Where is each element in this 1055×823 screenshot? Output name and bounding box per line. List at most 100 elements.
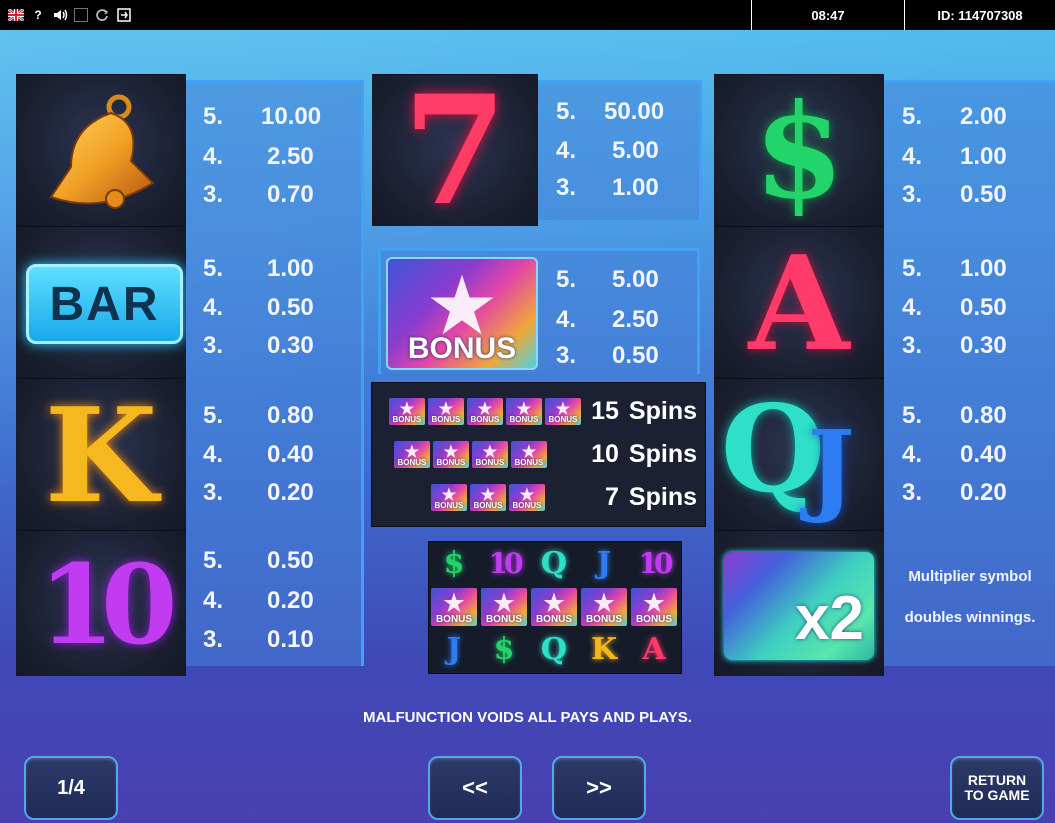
bonus-mini-icon: ★ BONUS <box>508 484 545 511</box>
uk-flag-icon[interactable] <box>8 7 24 23</box>
pay-count: 3. <box>203 626 224 653</box>
pay-value: 0.20 <box>267 479 314 506</box>
bonus-mini-icon: ★ BONUS <box>481 587 527 626</box>
pay-value: 0.50 <box>960 181 1007 208</box>
pay-value: 1.00 <box>612 174 659 201</box>
pay-count: 4. <box>902 441 923 468</box>
grid-cell-symbol: J <box>596 546 612 581</box>
help-icon[interactable]: ? <box>30 7 46 23</box>
exit-icon[interactable] <box>116 7 132 23</box>
pay-count: 5. <box>203 103 224 130</box>
pay-count: 3. <box>203 479 224 506</box>
clock: 08:47 <box>811 7 845 23</box>
pay-count: 4. <box>203 143 224 170</box>
bonus-mini-icon: ★ BONUS <box>393 441 430 468</box>
grid-cell-bonus: ★ BONUS <box>479 585 529 628</box>
grid-cell-bonus: ★ BONUS <box>529 585 579 628</box>
spins-count: 15 <box>591 397 619 425</box>
pay-value: 2.00 <box>960 103 1007 130</box>
return-label-line1: RETURN <box>967 772 1027 788</box>
star-icon: ★ <box>641 587 667 619</box>
return-to-game-button[interactable]: RETURN TO GAME <box>950 756 1044 820</box>
page-indicator-button[interactable]: 1/4 <box>24 756 118 820</box>
bell-symbol-tile <box>16 74 186 226</box>
bonus-icons: ★ BONUS ★ BONUS ★ BONUS ★ BONUS <box>393 441 547 468</box>
grid-cell-symbol: 10 <box>638 547 674 580</box>
bonus-mini-label: BONUS <box>397 458 427 468</box>
pay-value: 0.80 <box>267 402 314 429</box>
a-symbol-tile: A <box>714 226 884 378</box>
bonus-mini-icon: ★ BONUS <box>544 398 581 425</box>
multiplier-symbol: x2 <box>724 552 874 660</box>
star-icon: ★ <box>441 587 467 619</box>
pay-value: 10.00 <box>261 103 322 130</box>
bonus-mini-label: BONUS <box>585 613 623 625</box>
seven-symbol: 7 <box>402 74 508 226</box>
pay-count: 5. <box>203 402 224 429</box>
free-spins-row: ★ BONUS ★ BONUS ★ BONUS ★ BONUS ★ BONUS 15 Spins <box>388 397 697 426</box>
pay-count: 4. <box>556 306 577 333</box>
bonus-mini-icon: ★ BONUS <box>388 398 425 425</box>
game-id: ID: 114707308 <box>937 7 1023 23</box>
malfunction-disclaimer: MALFUNCTION VOIDS ALL PAYS AND PLAYS. <box>363 709 692 726</box>
example-reels-grid: $10 Q J 10 ★ BONUS ★ BONUS ★ BONUS ★ BONUS ★ BONUS J $ Q… <box>428 541 682 674</box>
bar-symbol-tile: BAR <box>16 226 186 378</box>
stop-icon[interactable] <box>74 8 88 22</box>
dollar-symbol: $ <box>753 74 845 226</box>
bonus-mini-label: BONUS <box>436 458 466 468</box>
grid-cell-symbol: K <box>590 632 618 667</box>
bonus-mini-label: BONUS <box>512 501 542 511</box>
bonus-mini-label: BONUS <box>635 613 673 625</box>
pay-count: 5. <box>556 98 577 125</box>
top-bar-icons: ? <box>0 7 751 23</box>
qj-symbol-tile: Q J <box>714 378 884 530</box>
previous-page-label: << <box>462 775 488 800</box>
grid-cell-bonus: ★ BONUS <box>429 585 479 628</box>
pay-value: 0.70 <box>267 181 314 208</box>
autoplay-icon[interactable] <box>94 7 110 23</box>
bonus-icons: ★ BONUS ★ BONUS ★ BONUS ★ BONUS ★ BONUS <box>388 398 581 425</box>
pay-value: 0.30 <box>960 332 1007 359</box>
bonus-mini-icon: ★ BONUS <box>469 484 506 511</box>
bonus-mini-icon: ★ BONUS <box>466 398 503 425</box>
pay-count: 3. <box>203 181 224 208</box>
bonus-mini-label: BONUS <box>509 415 539 425</box>
bonus-label: BONUS <box>407 331 517 365</box>
multiplier-description-line1: Multiplier symbol <box>908 568 1032 585</box>
spins-label: Spins <box>628 397 697 425</box>
previous-page-button[interactable]: << <box>428 756 522 820</box>
bonus-mini-label: BONUS <box>434 501 464 511</box>
bonus-mini-label: BONUS <box>473 501 503 511</box>
pay-value: 0.20 <box>267 587 314 614</box>
k-symbol: K <box>44 378 158 530</box>
bell-icon <box>41 87 161 217</box>
pay-count: 4. <box>203 587 224 614</box>
grid-cell-symbol: A <box>642 632 666 667</box>
pay-value: 0.10 <box>267 626 314 653</box>
spins-label: Spins <box>628 440 697 468</box>
pay-value: 0.50 <box>267 294 314 321</box>
ten-symbol: 10 <box>38 539 177 669</box>
pay-value: 0.40 <box>267 441 314 468</box>
pay-count: 4. <box>203 441 224 468</box>
bonus-mini-label: BONUS <box>431 415 461 425</box>
spins-count: 10 <box>591 440 619 468</box>
sound-icon[interactable] <box>52 7 68 23</box>
next-page-button[interactable]: >> <box>552 756 646 820</box>
grid-cell-symbol: J <box>446 632 462 667</box>
pay-count: 5. <box>203 547 224 574</box>
pay-count: 3. <box>556 174 577 201</box>
grid-cell-symbol: 10 <box>488 547 524 580</box>
bonus-mini-icon: ★ BONUS <box>471 441 508 468</box>
bonus-mini-icon: ★ BONUS <box>581 587 627 626</box>
pay-count: 3. <box>203 332 224 359</box>
grid-cell-bonus: ★ BONUS <box>629 585 679 628</box>
dollar-symbol-tile: $ <box>714 74 884 226</box>
top-bar: ? 08:47 ID: 114707308 <box>0 0 1055 30</box>
pay-value: 1.00 <box>267 255 314 282</box>
spins-count: 7 <box>605 483 619 511</box>
star-icon: ★ <box>491 587 517 619</box>
pay-count: 4. <box>556 137 577 164</box>
pay-count: 5. <box>556 266 577 293</box>
pay-value: 50.00 <box>604 98 665 125</box>
